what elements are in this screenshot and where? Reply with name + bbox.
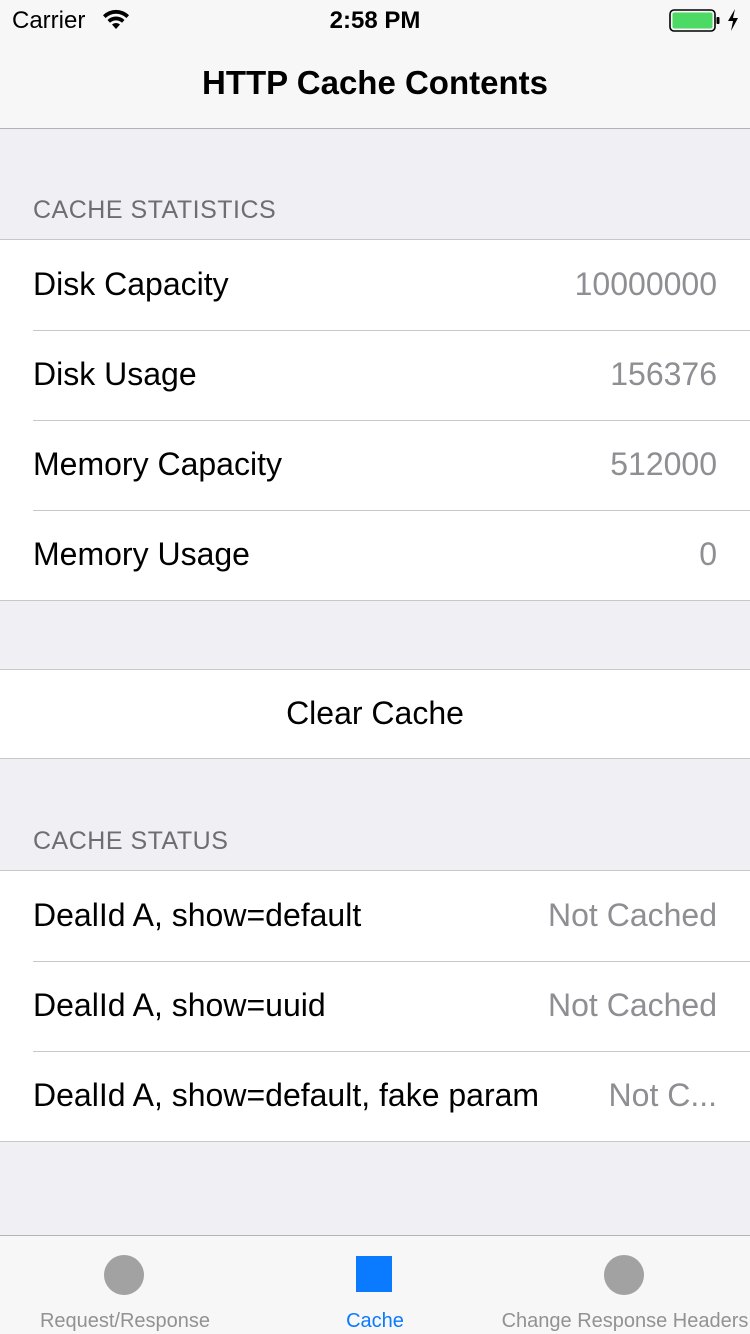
- list-row-cache-status[interactable]: DealId A, show=default Not Cached: [0, 871, 750, 961]
- list-row-disk-usage: Disk Usage 156376: [0, 330, 750, 420]
- row-label: DealId A, show=default: [33, 897, 362, 933]
- row-label: Disk Capacity: [33, 266, 229, 302]
- row-value: Not Cached: [548, 987, 717, 1023]
- row-label: Memory Capacity: [33, 446, 282, 482]
- page-title: HTTP Cache Contents: [202, 64, 548, 101]
- status-time: 2:58 PM: [329, 7, 421, 34]
- clear-cache-button[interactable]: Clear Cache: [0, 670, 750, 758]
- circle-icon: [104, 1255, 144, 1295]
- circle-icon: [604, 1255, 644, 1295]
- section-header-cache-status: CACHE STATUS: [33, 827, 229, 855]
- row-value: 10000000: [574, 266, 717, 302]
- clear-cache-group: Clear Cache: [0, 669, 750, 759]
- row-label: Disk Usage: [33, 356, 197, 392]
- row-value: Not C...: [608, 1077, 717, 1113]
- tab-label: Change Response Headers: [501, 1310, 749, 1332]
- row-value: 156376: [610, 356, 717, 392]
- tab-cache[interactable]: Cache: [250, 1236, 500, 1334]
- list-row-cache-status[interactable]: DealId A, show=default, fake param Not C…: [0, 1051, 750, 1141]
- row-label: DealId A, show=uuid: [33, 987, 326, 1023]
- section-header-cache-statistics: CACHE STATISTICS: [33, 196, 277, 224]
- charging-bolt-icon: [727, 8, 739, 39]
- navigation-header: Carrier 2:58 PM HTTP Cache Contents: [0, 0, 750, 129]
- tab-bar: Request/Response Cache Change Response H…: [0, 1235, 750, 1334]
- row-label: Memory Usage: [33, 536, 250, 572]
- list-row-disk-capacity: Disk Capacity 10000000: [0, 240, 750, 330]
- tab-change-response-headers[interactable]: Change Response Headers: [500, 1236, 750, 1334]
- list-row-memory-usage: Memory Usage 0: [0, 510, 750, 600]
- square-icon: [356, 1256, 392, 1292]
- row-value: 0: [699, 536, 717, 572]
- row-value: Not Cached: [548, 897, 717, 933]
- tab-label: Cache: [346, 1310, 404, 1332]
- cache-statistics-list: Disk Capacity 10000000 Disk Usage 156376…: [0, 239, 750, 601]
- row-label: DealId A, show=default, fake param: [33, 1077, 540, 1113]
- tab-label: Request/Response: [39, 1310, 211, 1332]
- battery-icon: [669, 9, 721, 40]
- row-value: 512000: [610, 446, 717, 482]
- status-bar: Carrier 2:58 PM: [0, 0, 750, 40]
- list-row-cache-status[interactable]: DealId A, show=uuid Not Cached: [0, 961, 750, 1051]
- list-row-memory-capacity: Memory Capacity 512000: [0, 420, 750, 510]
- tab-request-response[interactable]: Request/Response: [0, 1236, 250, 1334]
- cache-status-list: DealId A, show=default Not Cached DealId…: [0, 870, 750, 1142]
